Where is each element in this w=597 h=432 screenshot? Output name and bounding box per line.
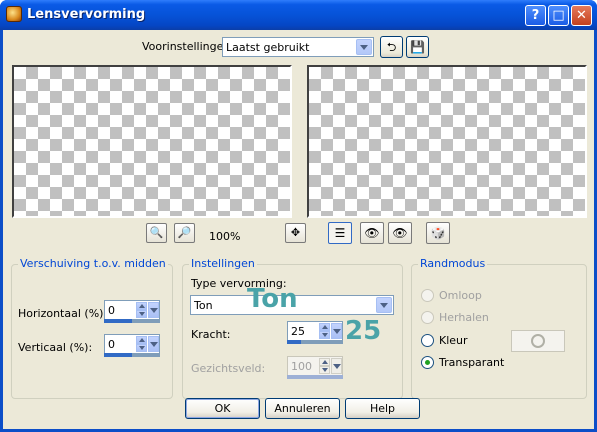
dice-icon: 🎲 <box>430 226 446 240</box>
color-label[interactable]: Kleur <box>439 334 468 347</box>
horizontal-slider[interactable] <box>104 319 160 323</box>
spin-up-icon[interactable] <box>136 302 147 310</box>
fov-label: Gezichtsveld: <box>191 362 266 375</box>
toggle-preview-button[interactable]: ☰ <box>328 222 352 244</box>
chevron-down-icon[interactable] <box>376 297 392 313</box>
spin-down-icon <box>319 366 330 374</box>
vertical-value[interactable]: 0 <box>108 338 115 351</box>
strength-slider-fill <box>287 340 301 344</box>
transparent-label[interactable]: Transparant <box>439 356 504 369</box>
chevron-down-icon[interactable] <box>331 323 342 339</box>
window-title: Lensvervorming <box>27 7 146 22</box>
presets-value: Laatst gebruikt <box>226 41 310 54</box>
spin-up-icon[interactable] <box>319 323 330 331</box>
presets-label: Voorinstellingen: <box>142 40 235 53</box>
save-preset-button[interactable]: 💾 <box>406 36 429 58</box>
chevron-down-icon[interactable] <box>148 302 159 318</box>
app-icon <box>6 6 22 22</box>
randomize-button[interactable]: 🎲 <box>426 222 450 244</box>
eye-icon: 👁 <box>392 226 408 240</box>
horizontal-label: Horizontaal (%): <box>18 307 108 320</box>
radio-repeat <box>421 311 434 324</box>
strength-value[interactable]: 25 <box>291 325 305 338</box>
strength-spinner[interactable]: 25 <box>287 321 343 341</box>
spin-down-icon[interactable] <box>136 310 147 318</box>
zoom-out-button[interactable]: 🔍 <box>146 223 167 243</box>
zoom-level: 100% <box>209 230 241 243</box>
settings-group-caption: Instellingen <box>189 257 257 270</box>
close-button[interactable]: ✕ <box>571 5 592 26</box>
shift-group-caption: Verschuiving t.o.v. midden <box>18 257 168 270</box>
presets-dropdown[interactable]: Laatst gebruikt <box>222 37 374 57</box>
wrap-label: Omloop <box>439 289 482 302</box>
chevron-down-icon[interactable] <box>356 39 372 55</box>
result-preview <box>307 65 587 218</box>
proof-button[interactable]: 👁 <box>360 222 384 244</box>
move-button[interactable]: ✥ <box>285 223 306 243</box>
fov-spinner: 100 <box>287 356 343 376</box>
title-bar[interactable]: Lensvervorming ? □ ✕ <box>0 0 597 30</box>
strength-slider[interactable] <box>287 340 343 344</box>
help-title-button[interactable]: ? <box>525 5 546 26</box>
strength-overlay-label: 25 <box>345 316 382 346</box>
save-disk-icon: 💾 <box>410 40 425 54</box>
horizontal-value[interactable]: 0 <box>108 304 115 317</box>
zoom-in-icon: 🔎 <box>177 226 192 239</box>
spin-up-icon[interactable] <box>136 336 147 344</box>
type-value: Ton <box>194 299 213 312</box>
chevron-down-icon <box>331 358 342 374</box>
spin-down-icon[interactable] <box>136 344 147 352</box>
ok-button[interactable]: OK <box>185 398 260 419</box>
type-overlay-label: Ton <box>247 284 298 314</box>
shift-group: Verschuiving t.o.v. midden <box>11 257 173 399</box>
fov-value: 100 <box>291 360 312 373</box>
dialog-client: Voorinstellingen: Laatst gebruikt ⮌ 💾 🔍 … <box>3 30 594 429</box>
undo-arrow-icon: ⮌ <box>386 40 397 54</box>
zoom-in-button[interactable]: 🔎 <box>174 223 195 243</box>
spin-up-icon <box>319 358 330 366</box>
radio-color[interactable] <box>421 334 434 347</box>
horizontal-slider-fill <box>104 319 132 323</box>
reset-preset-button[interactable]: ⮌ <box>380 36 403 58</box>
vertical-label: Verticaal (%): <box>18 341 93 354</box>
move-cross-icon: ✥ <box>290 226 301 239</box>
help-button[interactable]: Help <box>345 398 420 419</box>
radio-transparent[interactable] <box>421 356 434 369</box>
auto-proof-button[interactable]: 👁 <box>388 222 412 244</box>
fov-slider <box>287 375 343 379</box>
edge-mode-caption: Randmodus <box>418 257 488 270</box>
spin-down-icon[interactable] <box>319 331 330 339</box>
zoom-out-icon: 🔍 <box>149 226 164 239</box>
strength-label: Kracht: <box>191 328 231 341</box>
cancel-button[interactable]: Annuleren <box>265 398 340 419</box>
dialog-window: Lensvervorming ? □ ✕ Voorinstellingen: L… <box>0 0 597 432</box>
repeat-label: Herhalen <box>439 311 489 324</box>
vertical-spinner[interactable]: 0 <box>104 334 160 354</box>
list-preview-icon: ☰ <box>334 226 346 240</box>
maximize-button[interactable]: □ <box>548 5 569 26</box>
fov-slider-fill <box>287 375 343 379</box>
chevron-down-icon[interactable] <box>148 336 159 352</box>
color-swatch <box>511 330 565 352</box>
eye-proof-icon: 👁 <box>364 226 380 240</box>
source-preview[interactable] <box>12 65 292 218</box>
no-color-icon <box>531 334 545 348</box>
vertical-slider[interactable] <box>104 353 160 357</box>
vertical-slider-fill <box>104 353 132 357</box>
radio-wrap <box>421 289 434 302</box>
horizontal-spinner[interactable]: 0 <box>104 300 160 320</box>
